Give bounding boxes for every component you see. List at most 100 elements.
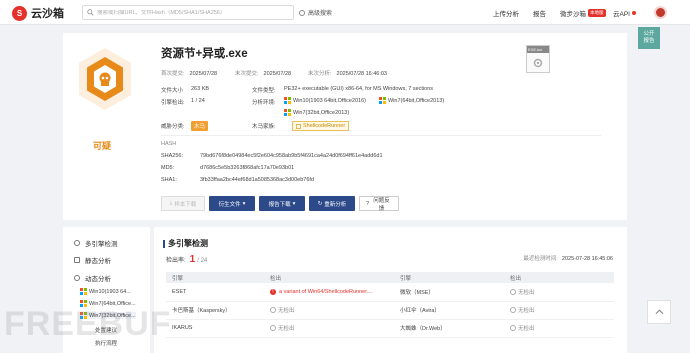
engine-result: 无检出 <box>264 301 394 320</box>
alert-icon: ! <box>270 288 276 295</box>
engine-name: 卡巴斯基（Kaspersky） <box>166 301 264 320</box>
col-engine-1: 引擎 <box>166 272 264 283</box>
user-avatar[interactable] <box>654 6 667 19</box>
threat-tag[interactable]: 木马 <box>191 121 209 131</box>
detection-label: 引擎检出: <box>161 100 185 106</box>
feedback-button[interactable]: ? 问题反馈 <box>359 196 399 212</box>
windows-icon <box>284 97 291 104</box>
question-icon: ? <box>366 200 370 207</box>
windows-icon <box>80 288 87 295</box>
col-result-2: 检出 <box>504 272 614 283</box>
engine-result: 无检出 <box>504 319 614 338</box>
engine-result[interactable]: ! a variant of Win64/ShellcodeRunner.... <box>264 283 394 302</box>
report-download-label: 报告下载 <box>268 201 291 208</box>
nav-desktop-sandbox-label: 微步沙箱 <box>560 11 586 18</box>
title-accent <box>163 239 165 248</box>
family-tag-label: ShellcodeRunner <box>303 123 346 129</box>
first-submitted-value: 2025/07/28 <box>189 71 218 77</box>
env-win7-64[interactable]: Win7(64bit,Office2013) <box>379 97 444 104</box>
nav-cloud-api[interactable]: 云API <box>613 8 636 18</box>
engine-name: 小红伞（Avira） <box>394 301 504 320</box>
notification-dot-icon <box>631 11 636 15</box>
brand-logo[interactable]: S 云沙箱 <box>12 5 64 21</box>
env-win10-label: Win10(1903 64bit,Office2016) <box>293 97 366 104</box>
file-summary-card: 可疑 资源节+异或.exe 首次提交: 2025/07/28 末次提交: 2025/… <box>63 33 627 220</box>
type-label: 文件类型: <box>252 88 276 94</box>
sidebar-engine-label: 多引擎检测 <box>85 241 118 248</box>
engine-result: 无检出 <box>504 301 614 320</box>
action-bar: ⤓ 样本下载 衍生文件 ▾ 报告下载 ▾ ↻ 重新分析 ? 问题反馈 <box>161 196 399 212</box>
table-row: 卡巴斯基（Kaspersky） 无检出 小红伞（Avira） 无检出 <box>166 301 614 320</box>
env-win7-32[interactable]: Win7(32bit,Office2013) <box>284 109 349 116</box>
activity-icon <box>74 275 80 281</box>
detection-rate: 检出率: 1 / 24 <box>166 254 207 265</box>
public-report-button[interactable]: 公开 报告 <box>638 27 660 49</box>
detection-rate-label: 检出率: <box>166 258 186 264</box>
last-analyzed-label: 末次分析: <box>308 71 332 77</box>
nav-upload[interactable]: 上传分析 <box>493 8 519 18</box>
sidebar-item-engine-detection[interactable]: 多引擎检测 <box>74 238 118 248</box>
table-row: ESET ! a variant of Win64/ShellcodeRunner… <box>166 283 614 302</box>
engine-detection-panel: 多引擎检测 检出率: 1 / 24 最近检测时间: 2025-07-28 16:4… <box>154 227 627 353</box>
md5-value[interactable]: d7686c5e5b3263f868afc17a70e93b01 <box>200 165 294 171</box>
sidebar-item-dynamic-analysis[interactable]: 动态分析 <box>74 273 111 283</box>
check-circle-icon <box>270 325 276 331</box>
last-scan-value: 2025-07-28 16:45:06 <box>561 256 613 262</box>
last-analyzed-value: 2025/07/28 16:46:03 <box>336 71 387 77</box>
section-divider <box>161 135 601 136</box>
last-scan-label: 最近检测时间: <box>523 256 558 262</box>
report-download-button[interactable]: 报告下载 ▾ <box>259 196 305 211</box>
nav-cloud-api-label: 云API <box>613 11 630 18</box>
download-icon: ⤓ <box>169 200 173 206</box>
reanalyze-label: 重新分析 <box>324 201 347 208</box>
search-input[interactable] <box>97 9 292 16</box>
env-win10[interactable]: Win10(1903 64bit,Office2016) <box>284 97 366 104</box>
file-name: 资源节+异或.exe <box>161 48 248 60</box>
threat-label: 威胁分类: <box>161 124 185 130</box>
local-badge: 本地版 <box>588 9 606 17</box>
engine-result-text: 无检出 <box>278 326 295 332</box>
size-value: 263 KB <box>191 86 210 92</box>
size-label: 文件大小 <box>161 88 184 94</box>
refresh-icon: ↻ <box>317 200 323 207</box>
watermark: FREEBUF <box>4 305 172 343</box>
sha256-value[interactable]: 79bd676f8de04984ec5f2e604c958ab9b5f4691c… <box>200 153 383 159</box>
engine-name: IKARUS <box>166 319 264 338</box>
back-to-top-button[interactable] <box>647 300 671 324</box>
engine-result-text: 无检出 <box>278 308 295 314</box>
engine-result-text: 无检出 <box>518 326 535 332</box>
chevron-down-icon: ▾ <box>242 200 246 207</box>
derived-files-button[interactable]: 衍生文件 ▾ <box>209 196 255 211</box>
tag-icon <box>296 123 301 129</box>
nav-report[interactable]: 报告 <box>533 8 546 18</box>
brand-name: 云沙箱 <box>31 8 64 20</box>
reanalyze-button[interactable]: ↻ 重新分析 <box>309 196 355 211</box>
env-win7-64-label: Win7(64bit,Office2013) <box>388 97 445 104</box>
advanced-search-link[interactable]: 高级搜索 <box>299 8 332 17</box>
check-circle-icon <box>510 307 516 313</box>
engine-result-text: 无检出 <box>518 289 535 296</box>
nav-desktop-sandbox[interactable]: 微步沙箱 本地版 <box>560 8 606 18</box>
sidebar-item-static-analysis[interactable]: 静态分析 <box>74 255 111 265</box>
md5-label: MD5: <box>161 165 175 171</box>
type-value: PE32+ executable (GUI) x86-64, for MS Wi… <box>284 86 434 92</box>
last-submitted-label: 末次提交: <box>235 71 259 77</box>
download-sample-button[interactable]: ⤓ 样本下载 <box>161 196 205 211</box>
sidebar-dynamic-label: 动态分析 <box>85 276 111 283</box>
last-scan-time: 最近检测时间: 2025-07-28 16:45:06 <box>523 254 613 262</box>
file-icon-caption: EXE.ico <box>527 46 549 53</box>
hash-heading: HASH <box>161 141 177 147</box>
sidebar-env-win10[interactable]: Win10(1903 64... <box>80 288 131 295</box>
table-header-row: 引擎 检出 引擎 检出 <box>166 272 614 283</box>
suspicious-hexagon-icon <box>79 48 131 110</box>
gear-icon <box>533 58 543 68</box>
sha1-value[interactable]: 3fb33ffaa2bc44ef68d1a5085368ac3d00eb76fd <box>200 177 314 183</box>
feedback-label: 问题反馈 <box>373 197 390 212</box>
search-box[interactable] <box>82 5 294 20</box>
engine-result-text: a variant of Win64/ShellcodeRunner.... <box>279 288 373 295</box>
detection-value: 1 / 24 <box>191 98 205 104</box>
brand-mark-icon: S <box>12 5 27 21</box>
check-circle-icon <box>510 325 516 331</box>
family-tag[interactable]: ShellcodeRunner <box>292 121 350 131</box>
verdict-label: 可疑 <box>93 141 112 151</box>
